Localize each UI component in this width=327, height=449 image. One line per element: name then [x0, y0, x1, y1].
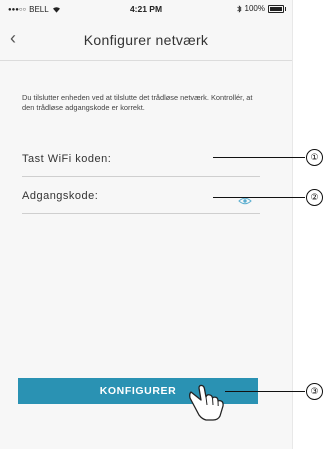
wifi-code-label: Tast WiFi koden: [22, 153, 112, 165]
eye-icon[interactable] [238, 197, 252, 205]
callout-number-2: ② [306, 189, 323, 206]
callout-line-1 [213, 157, 305, 158]
callout-number-1: ① [306, 149, 323, 166]
status-bar: ●●●○○ BELL 4:21 PM 100% [0, 0, 292, 18]
battery-percent: 100% [244, 4, 265, 13]
callout-number-3: ③ [306, 383, 323, 400]
phone-screen: ●●●○○ BELL 4:21 PM 100% ‹ Konfigurer net… [0, 0, 293, 449]
page-title: Konfigurer netværk [83, 32, 209, 48]
battery-icon [268, 4, 286, 13]
password-label: Adgangskode: [22, 190, 99, 202]
bluetooth-icon [236, 4, 242, 13]
navigation-bar: ‹ Konfigurer netværk [0, 20, 292, 61]
instructions-text: Du tilslutter enheden ved at tilslutte d… [22, 93, 253, 113]
callout-line-3 [225, 391, 305, 392]
pointing-hand-icon [189, 384, 224, 421]
callout-line-2 [213, 197, 305, 198]
wifi-code-field[interactable]: Tast WiFi koden: [22, 142, 260, 177]
